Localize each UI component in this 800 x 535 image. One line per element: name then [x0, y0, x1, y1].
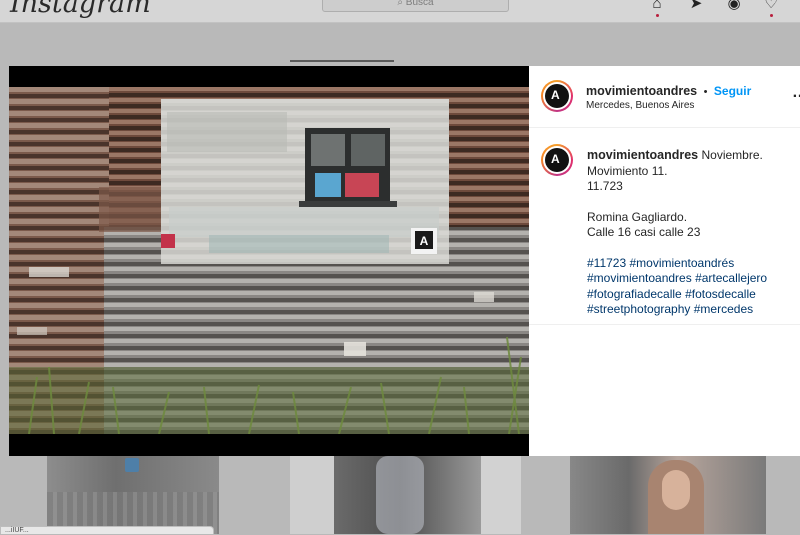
home-icon[interactable]: ⌂ — [648, 0, 666, 12]
hashtag-link[interactable]: #movimientoandres — [587, 271, 692, 285]
avatar[interactable]: A — [541, 80, 573, 112]
hashtag-link[interactable]: #artecallejero — [695, 271, 767, 285]
caption-text: Noviembre. — [701, 148, 763, 162]
more-options-icon[interactable]: … — [792, 84, 800, 101]
browser-status-bar: ...iIUF... — [0, 526, 214, 534]
svg-text:A: A — [420, 234, 429, 248]
post-sidebar: A movimientoandres • Seguir Mercedes, Bu… — [529, 66, 800, 456]
separator-dot: • — [703, 86, 708, 98]
caption-line: Movimiento 11. — [587, 163, 668, 178]
explore-icon[interactable]: ◉ — [725, 0, 743, 12]
hashtag-link[interactable]: #fotosdecalle — [685, 287, 756, 301]
hashtag-link[interactable]: #11723 — [587, 256, 626, 270]
grid-thumbnail[interactable] — [47, 456, 219, 534]
grid-thumbnail[interactable] — [570, 456, 766, 534]
caption-avatar[interactable]: A — [541, 144, 573, 176]
post-caption: movimientoandres Noviembre. Movimiento 1… — [587, 148, 800, 318]
avatar-logo-icon: A — [551, 152, 560, 166]
grid-thumbnail[interactable] — [334, 456, 481, 534]
home-notification-dot — [656, 14, 659, 17]
grid-thumbnail-edge — [481, 456, 521, 534]
post-username[interactable]: movimientoandres — [586, 84, 697, 98]
caption-line: Romina Gagliardo. — [587, 209, 688, 224]
activity-notification-dot — [770, 14, 773, 17]
post-modal: A A movimientoandres • Seguir Mercedes, … — [9, 66, 800, 456]
post-location[interactable]: Mercedes, Buenos Aires — [586, 100, 694, 111]
direct-icon[interactable]: ➤ — [687, 0, 705, 12]
search-input[interactable]: ⌕ Busca — [322, 0, 509, 12]
hashtag-link[interactable]: #streetphotography — [587, 302, 690, 316]
post-header: A movimientoandres • Seguir Mercedes, Bu… — [529, 66, 800, 128]
profile-tab-indicator — [290, 60, 394, 62]
heart-icon[interactable]: ♡ — [762, 0, 780, 12]
background-top-bar: Instagram ⌕ Busca ⌂ ➤ ◉ ♡ — [0, 0, 800, 23]
comments-divider — [529, 324, 800, 325]
caption-line: 11.723 — [587, 179, 623, 193]
post-photo[interactable]: A — [9, 66, 529, 456]
street-art-photo: A — [9, 87, 529, 434]
hashtag-link[interactable]: #fotografiadecalle — [587, 287, 682, 301]
follow-button[interactable]: Seguir — [714, 84, 751, 98]
avatar-logo-icon: A — [551, 88, 560, 102]
grid-thumbnail-edge — [290, 456, 334, 534]
hashtag-link[interactable]: #movimientoandrés — [630, 256, 735, 270]
instagram-logo: Instagram — [10, 0, 151, 19]
hashtag-link[interactable]: #mercedes — [694, 302, 753, 316]
caption-line: Calle 16 casi calle 23 — [587, 225, 701, 239]
caption-username[interactable]: movimientoandres — [587, 148, 698, 162]
